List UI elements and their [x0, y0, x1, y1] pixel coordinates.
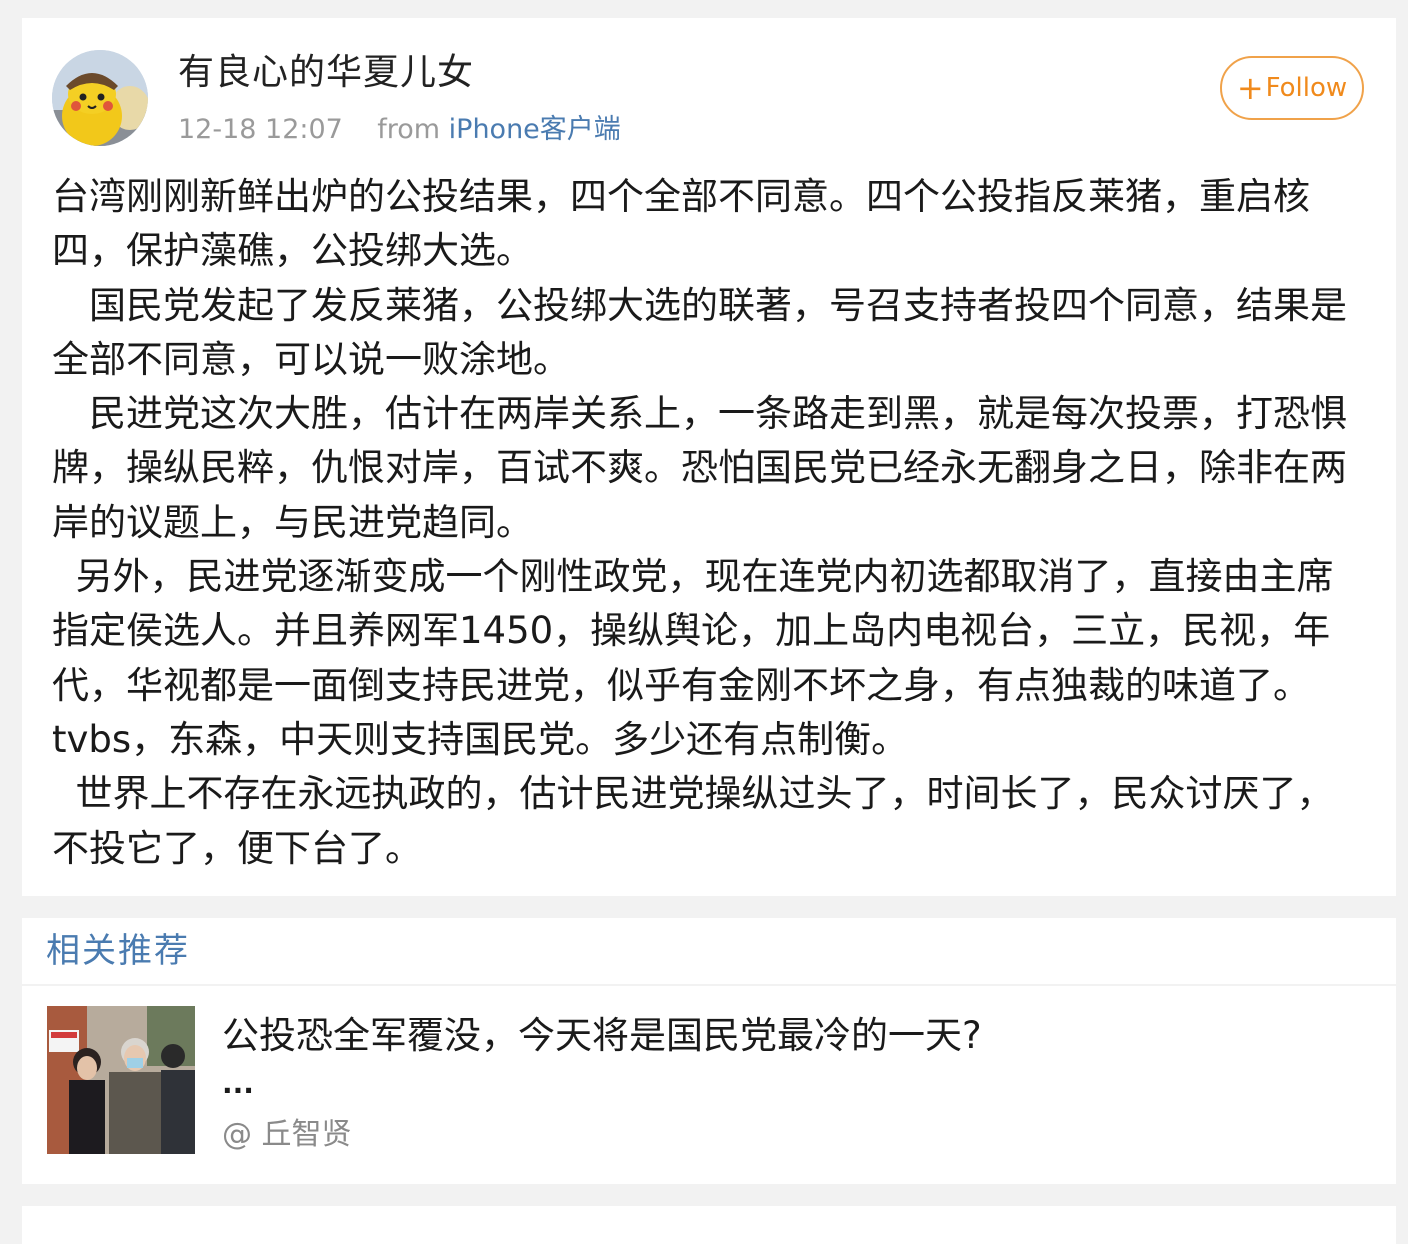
related-item[interactable]: 公投恐全军覆没，今天将是国民党最冷的一天? ... @ 丘智贤 — [22, 986, 1396, 1184]
post-body: 台湾刚刚新鲜出炉的公投结果，四个全部不同意。四个公投指反莱猪，重启核四，保护藻礁… — [52, 170, 1370, 876]
post-stats-bar — [22, 1206, 1396, 1244]
plus-icon: + — [1236, 69, 1264, 107]
post-source-link[interactable]: iPhone客户端 — [449, 114, 621, 145]
post-paragraph: 民进党这次大胜，估计在两岸关系上，一条路走到黑，就是每次投票，打恐惧牌，操纵民粹… — [52, 392, 1347, 544]
related-item-title[interactable]: 公投恐全军覆没，今天将是国民党最冷的一天? — [222, 1014, 982, 1058]
post-paragraph: 另外，民进党逐渐变成一个刚性政党，现在连党内初选都取消了，直接由主席指定侯选人。… — [52, 555, 1334, 761]
post-username[interactable]: 有良心的华夏儿女 — [178, 51, 474, 95]
post-paragraph: 台湾刚刚新鲜出炉的公投结果，四个全部不同意。四个公投指反莱猪，重启核四，保护藻礁… — [52, 175, 1310, 273]
follow-button[interactable]: + Follow — [1220, 56, 1364, 120]
user-avatar[interactable] — [52, 50, 148, 146]
related-item-author[interactable]: @ 丘智贤 — [222, 1116, 352, 1154]
related-section-title: 相关推荐 — [46, 931, 190, 971]
post-from-label: from — [377, 114, 441, 145]
post-card: 有良心的华夏儿女 12-18 12:07 from iPhone客户端 + Fo… — [22, 18, 1396, 896]
news-thumbnail-image — [47, 1006, 195, 1154]
avatar-image — [52, 50, 148, 146]
related-item-ellipsis: ... — [222, 1067, 254, 1100]
post-meta: 12-18 12:07 from iPhone客户端 — [178, 112, 621, 148]
post-timestamp: 12-18 12:07 — [178, 114, 343, 145]
follow-button-label: Follow — [1265, 73, 1348, 103]
related-item-thumbnail[interactable] — [47, 1006, 195, 1154]
weibo-post-page: 有良心的华夏儿女 12-18 12:07 from iPhone客户端 + Fo… — [0, 0, 1408, 1244]
post-paragraph: 国民党发起了发反莱猪，公投绑大选的联著，号召支持者投四个同意，结果是全部不同意，… — [52, 283, 1347, 381]
post-paragraph: 世界上不存在永远执政的，估计民进党操纵过头了，时间长了，民众讨厌了，不投它了，便… — [52, 772, 1334, 870]
related-section-header: 相关推荐 — [22, 918, 1396, 984]
